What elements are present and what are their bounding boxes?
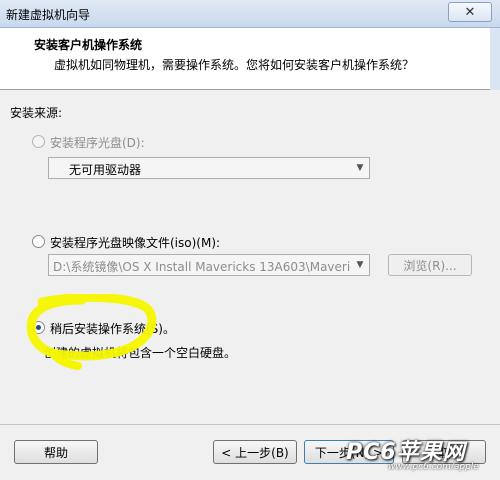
title-bar: 新建虚拟机向导 ✕ bbox=[0, 0, 500, 28]
disc-drive-select[interactable]: 无可用驱动器 ▼ bbox=[48, 157, 370, 179]
iso-option-label: 安装程序光盘映像文件(iso)(M): bbox=[50, 236, 221, 250]
install-source-label: 安装来源: bbox=[10, 106, 63, 120]
close-icon: ✕ bbox=[464, 4, 476, 20]
iso-path-select[interactable]: D:\系统镜像\OS X Install Mavericks 13A603\Ma… bbox=[48, 254, 370, 276]
install-later-radio[interactable] bbox=[32, 321, 45, 334]
header-side-strip bbox=[490, 28, 500, 90]
browse-button[interactable]: 浏览(R)... bbox=[388, 254, 472, 276]
iso-radio[interactable] bbox=[32, 235, 45, 248]
iso-path-value: D:\系统镜像\OS X Install Mavericks 13A603\Ma… bbox=[53, 260, 370, 274]
disc-option-label: 安装程序光盘(D): bbox=[50, 136, 145, 150]
back-button[interactable]: < 上一步(B) bbox=[213, 440, 297, 464]
watermark-url: www.pc6.com/apple bbox=[388, 462, 479, 472]
close-button[interactable]: ✕ bbox=[448, 2, 492, 22]
window-title: 新建虚拟机向导 bbox=[6, 8, 91, 22]
disc-radio[interactable] bbox=[32, 135, 45, 148]
page-subtitle: 虚拟机如同物理机，需要操作系统。您将如何安装客户机操作系统？ bbox=[54, 58, 415, 72]
chevron-down-icon: ▼ bbox=[351, 255, 369, 275]
install-later-label: 稍后安装操作系统(S)。 bbox=[50, 322, 175, 336]
help-button[interactable]: 帮助 bbox=[14, 440, 98, 464]
disc-drive-value: 无可用驱动器 bbox=[69, 163, 142, 177]
watermark: PC6苹果网 www.pc6.com/apple bbox=[330, 428, 500, 480]
footer-divider bbox=[0, 424, 500, 425]
chevron-down-icon: ▼ bbox=[356, 163, 364, 173]
install-later-description: 创建的虚拟机将包含一个空白硬盘。 bbox=[44, 346, 237, 360]
wizard-header: 安装客户机操作系统 虚拟机如同物理机，需要操作系统。您将如何安装客户机操作系统？ bbox=[0, 28, 500, 90]
page-title: 安装客户机操作系统 bbox=[34, 38, 143, 52]
